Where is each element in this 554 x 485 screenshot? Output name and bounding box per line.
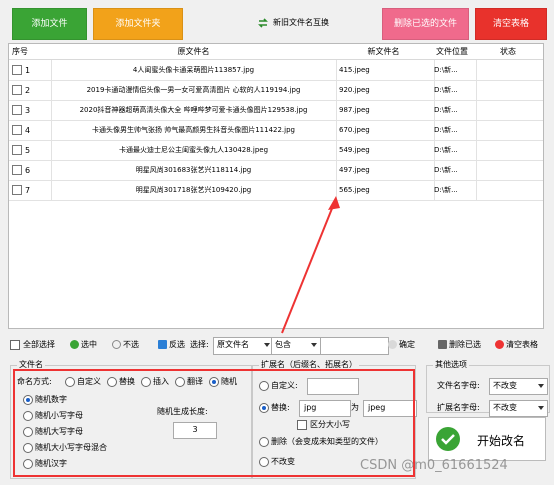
annotation-arrow	[281, 196, 340, 334]
watermark: CSDN @m0_61661524	[360, 458, 508, 473]
